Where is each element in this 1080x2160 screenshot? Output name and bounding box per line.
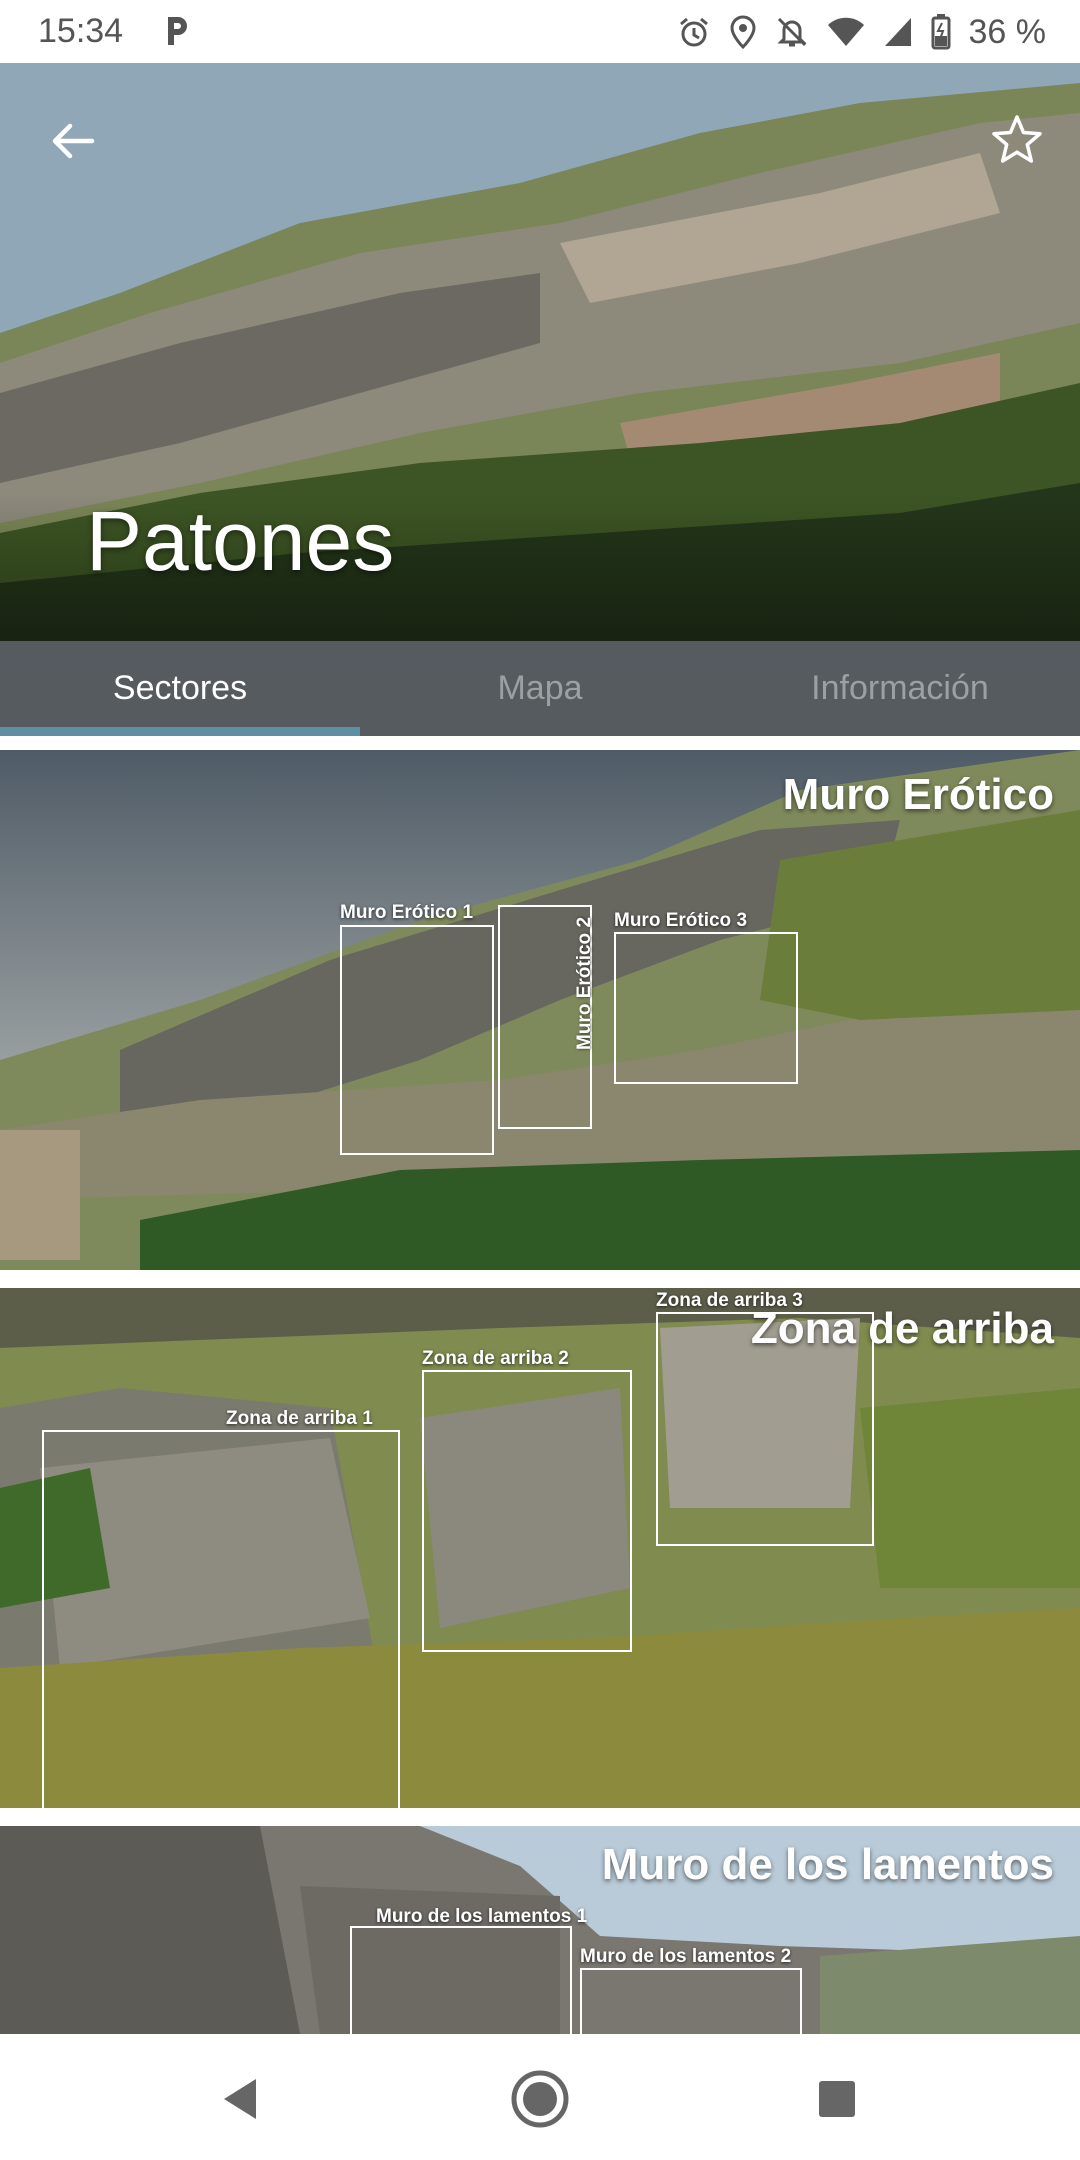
nav-recents-button[interactable] [802,2064,872,2134]
tab-bar: Sectores Mapa Información [0,641,1080,736]
alarm-icon [677,15,711,49]
signal-icon [883,16,913,48]
subzone-box-muro-de-los-lamentos-2[interactable] [580,1968,802,2034]
sector-card-zona-de-arriba[interactable]: Zona de arriba Zona de arriba 1 Zona de … [0,1288,1080,1808]
sector-card-muro-erotico[interactable]: Muro Erótico Muro Erótico 1 Muro Erótico… [0,750,1080,1270]
subzone-label: Zona de arriba 2 [422,1348,569,1369]
nav-back-button[interactable] [205,2064,275,2134]
subzone-label: Zona de arriba 3 [656,1290,803,1311]
parking-icon [162,14,192,48]
tab-informacion[interactable]: Información [720,641,1080,736]
favorite-button[interactable] [982,105,1052,175]
subzone-label: Muro Erótico 1 [340,902,474,923]
star-outline-icon [992,115,1042,163]
back-triangle-icon [224,2079,256,2119]
subzone-label: Zona de arriba 1 [226,1408,373,1429]
notifications-off-icon [775,15,809,49]
hero-header: Patones [0,63,1080,641]
sector-title: Muro de los lamentos [601,1840,1054,1889]
home-circle-icon [511,2070,569,2128]
page-title: Patones [86,494,395,588]
sector-card-muro-de-los-lamentos[interactable]: Muro de los lamentos Muro de los lamento… [0,1826,1080,2034]
status-bar: 15:34 36 % [0,0,1080,63]
status-time: 15:34 [38,12,124,50]
sector-title: Muro Erótico [782,770,1054,819]
subzone-box-muro-de-los-lamentos-1[interactable] [350,1926,572,2034]
arrow-back-icon [52,123,95,159]
battery-percent: 36 % [968,12,1047,51]
subzone-box-zona-de-arriba-1[interactable] [42,1430,400,1808]
subzone-label: Muro Erótico 3 [614,910,748,931]
subzone-label: Muro de los lamentos 2 [580,1946,792,1967]
subzone-box-zona-de-arriba-3[interactable] [656,1312,874,1546]
subzone-box-muro-erotico-1[interactable] [340,925,494,1155]
tab-mapa[interactable]: Mapa [360,641,720,736]
system-nav-bar [0,2034,1080,2160]
wifi-icon [827,16,865,48]
status-icons: 36 % [677,10,1047,54]
sector-list[interactable]: Muro Erótico Muro Erótico 1 Muro Erótico… [0,736,1080,2034]
tab-sectores[interactable]: Sectores [0,641,360,736]
recents-square-icon [819,2081,855,2117]
nav-home-button[interactable] [505,2064,575,2134]
subzone-box-zona-de-arriba-2[interactable] [422,1370,632,1652]
subzone-label: Muro de los lamentos 1 [376,1906,588,1927]
location-icon [729,15,757,49]
battery-icon [931,14,951,50]
subzone-box-muro-erotico-3[interactable] [614,932,798,1084]
back-button[interactable] [40,108,106,174]
subzone-label: Muro Erótico 2 [574,916,595,1050]
